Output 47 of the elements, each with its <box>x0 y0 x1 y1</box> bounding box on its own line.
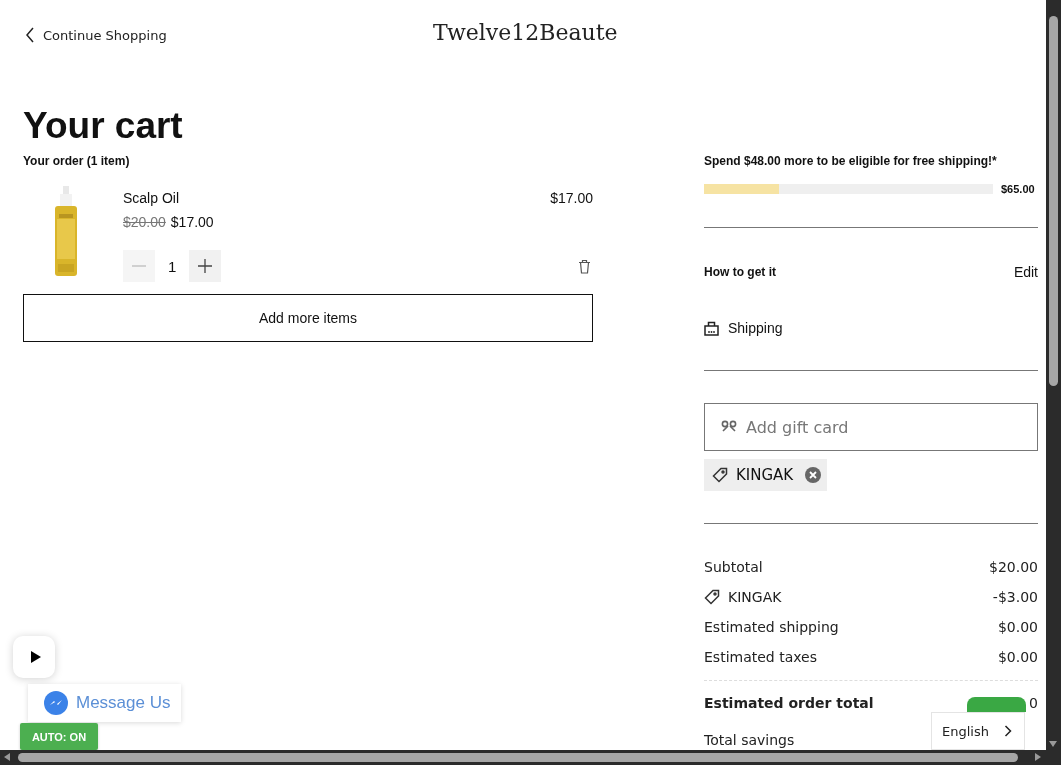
language-selector[interactable]: English <box>931 712 1025 750</box>
summary-value: 0 <box>1029 695 1038 711</box>
delete-button[interactable] <box>578 258 591 274</box>
tag-icon <box>704 589 720 605</box>
edit-link[interactable]: Edit <box>1013 264 1038 280</box>
shipping-goal: $65.00 <box>1001 183 1035 195</box>
summary-label: Estimated taxes <box>704 649 817 665</box>
trash-icon <box>578 258 591 274</box>
gift-card-field[interactable]: Add gift card <box>704 403 1038 451</box>
summary-label: Subtotal <box>704 559 763 575</box>
action-button[interactable] <box>967 697 1026 712</box>
summary-value: $20.00 <box>989 559 1038 575</box>
summary-value: $0.00 <box>997 649 1038 665</box>
play-button[interactable] <box>13 636 55 678</box>
increase-button[interactable] <box>189 250 222 282</box>
remove-code-button[interactable] <box>805 467 822 483</box>
page-title: Your cart <box>23 104 184 148</box>
chat-icon <box>44 691 68 715</box>
summary-label: Total savings <box>704 732 795 748</box>
auto-status-badge: AUTO: ON <box>20 723 98 750</box>
summary-value: -$3.00 <box>992 589 1038 605</box>
tag-icon <box>712 467 728 483</box>
close-icon <box>805 467 822 483</box>
summary-label: KINGAK <box>728 589 782 605</box>
summary-label: Estimated shipping <box>704 619 839 635</box>
back-chevron-icon <box>25 27 35 43</box>
quantity-value[interactable]: 1 <box>155 257 190 275</box>
promo-code: KINGAK <box>736 466 794 484</box>
continue-shopping-link[interactable]: Continue Shopping <box>25 27 167 43</box>
play-icon <box>30 651 41 663</box>
chevron-right-icon <box>1004 725 1012 737</box>
shopping-bag-icon <box>704 320 719 336</box>
summary-value: $0.00 <box>997 619 1038 635</box>
summary-label: Estimated order total <box>704 695 874 711</box>
original-price: $20.00 <box>123 214 166 230</box>
shipping-method: Shipping <box>728 320 783 336</box>
delivery-heading: How to get it <box>704 265 776 279</box>
horizontal-scrollbar[interactable] <box>0 750 1061 765</box>
sale-price: $17.00 <box>170 214 214 230</box>
line-total: $17.00 <box>550 190 593 206</box>
order-heading: Your order (1 item) <box>23 154 131 168</box>
store-logo[interactable]: Twelve12Beaute <box>433 20 618 45</box>
product-name[interactable]: Scalp Oil <box>123 190 180 206</box>
free-shipping-message: Spend $48.00 more to be eligible for free shipping!* <box>704 154 998 168</box>
plus-icon <box>198 259 213 273</box>
add-more-items-button[interactable]: Add more items <box>23 294 593 342</box>
vertical-scrollbar[interactable] <box>1046 0 1061 750</box>
